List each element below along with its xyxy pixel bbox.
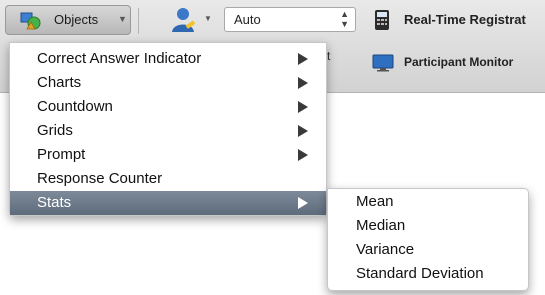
submenu-item-variance[interactable]: Variance — [356, 241, 414, 258]
chevron-down-icon[interactable]: ▼ — [204, 14, 212, 23]
submenu-arrow-icon — [298, 53, 308, 65]
submenu-item-standard-deviation[interactable]: Standard Deviation — [356, 265, 484, 282]
objects-dropdown-menu: Correct Answer Indicator Charts Countdow… — [9, 42, 327, 216]
auto-select[interactable]: Auto ▲ ▼ — [224, 7, 356, 32]
menu-item-label: Grids — [37, 122, 73, 139]
partial-label: t — [327, 49, 331, 63]
menu-item-label: Charts — [37, 74, 82, 91]
submenu-arrow-icon — [298, 197, 308, 209]
realtime-registration-button[interactable]: Real-Time Registrat — [404, 12, 526, 27]
monitor-icon — [372, 54, 394, 72]
objects-menu-label: Objects — [54, 12, 99, 27]
menu-item-stats[interactable]: Stats — [10, 191, 326, 215]
menu-item-label: Correct Answer Indicator — [37, 50, 202, 67]
menu-item-countdown[interactable]: Countdown — [10, 95, 326, 119]
submenu-item-mean[interactable]: Mean — [356, 193, 394, 210]
objects-shapes-icon — [20, 12, 41, 30]
stats-submenu: Mean Median Variance Standard Deviation — [327, 188, 529, 291]
menu-item-grids[interactable]: Grids — [10, 119, 326, 143]
keypad-device-icon — [375, 10, 389, 30]
toolbar-separator — [138, 8, 139, 34]
submenu-arrow-icon — [298, 125, 308, 137]
menu-item-label: Response Counter — [37, 170, 163, 187]
participant-monitor-button[interactable]: Participant Monitor — [404, 55, 513, 69]
menu-item-label: Prompt — [37, 146, 86, 163]
submenu-arrow-icon — [298, 101, 308, 113]
auto-select-value: Auto — [234, 12, 261, 27]
menu-item-prompt[interactable]: Prompt — [10, 143, 326, 167]
menu-item-correct-answer-indicator[interactable]: Correct Answer Indicator — [10, 47, 326, 71]
menu-item-response-counter[interactable]: Response Counter — [10, 167, 326, 191]
submenu-item-median[interactable]: Median — [356, 217, 405, 234]
chevron-down-icon: ▼ — [118, 14, 127, 24]
menu-item-charts[interactable]: Charts — [10, 71, 326, 95]
menu-item-label: Countdown — [37, 98, 113, 115]
submenu-arrow-icon — [298, 149, 308, 161]
objects-menu-button[interactable]: Objects ▼ — [5, 5, 131, 35]
menu-item-label: Stats — [37, 194, 72, 211]
submenu-arrow-icon — [298, 77, 308, 89]
person-icon[interactable] — [170, 7, 196, 33]
stepper-arrows-icon[interactable]: ▲ ▼ — [340, 9, 349, 29]
